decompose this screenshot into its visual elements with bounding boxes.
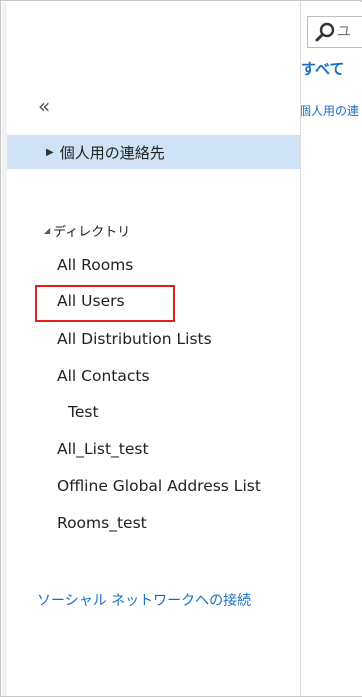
search-input[interactable] [337, 24, 362, 40]
directory-header[interactable]: ◢ ディレクトリ [44, 221, 130, 240]
directory-item-all-contacts[interactable]: All Contacts [57, 367, 150, 385]
tab-all[interactable]: すべて [301, 58, 344, 79]
collapse-sidebar-button[interactable]: « [38, 96, 50, 116]
directory-item-rooms-test[interactable]: Rooms_test [57, 514, 147, 532]
expand-arrow-icon: ▶ [46, 146, 54, 158]
window-frame: « ▶ 個人用の連絡先 ◢ ディレクトリ All Rooms All Users… [0, 0, 362, 697]
sidebar-edge [2, 2, 7, 696]
highlight-box [35, 285, 175, 322]
sidebar-item-label: 個人用の連絡先 [59, 143, 165, 162]
collapse-arrow-icon: ◢ [44, 226, 51, 235]
social-network-link[interactable]: ソーシャル ネットワークへの接続 [37, 590, 251, 610]
personal-contacts-link[interactable]: 個人用の連 [301, 102, 359, 119]
sidebar-item-personal-contacts[interactable]: ▶ 個人用の連絡先 [7, 135, 300, 169]
directory-item-offline-gal[interactable]: Offline Global Address List [57, 477, 261, 495]
main-pane: すべて 個人用の連 [301, 2, 362, 696]
search-box[interactable] [307, 16, 362, 48]
directory-label: ディレクトリ [53, 225, 131, 240]
directory-item-all-list-test[interactable]: All_List_test [57, 440, 149, 458]
directory-item-test[interactable]: Test [68, 403, 99, 421]
directory-item-all-rooms[interactable]: All Rooms [57, 256, 133, 274]
directory-item-all-distribution-lists[interactable]: All Distribution Lists [57, 330, 212, 348]
search-icon [315, 22, 335, 42]
sidebar: « ▶ 個人用の連絡先 ◢ ディレクトリ All Rooms All Users… [2, 2, 301, 696]
